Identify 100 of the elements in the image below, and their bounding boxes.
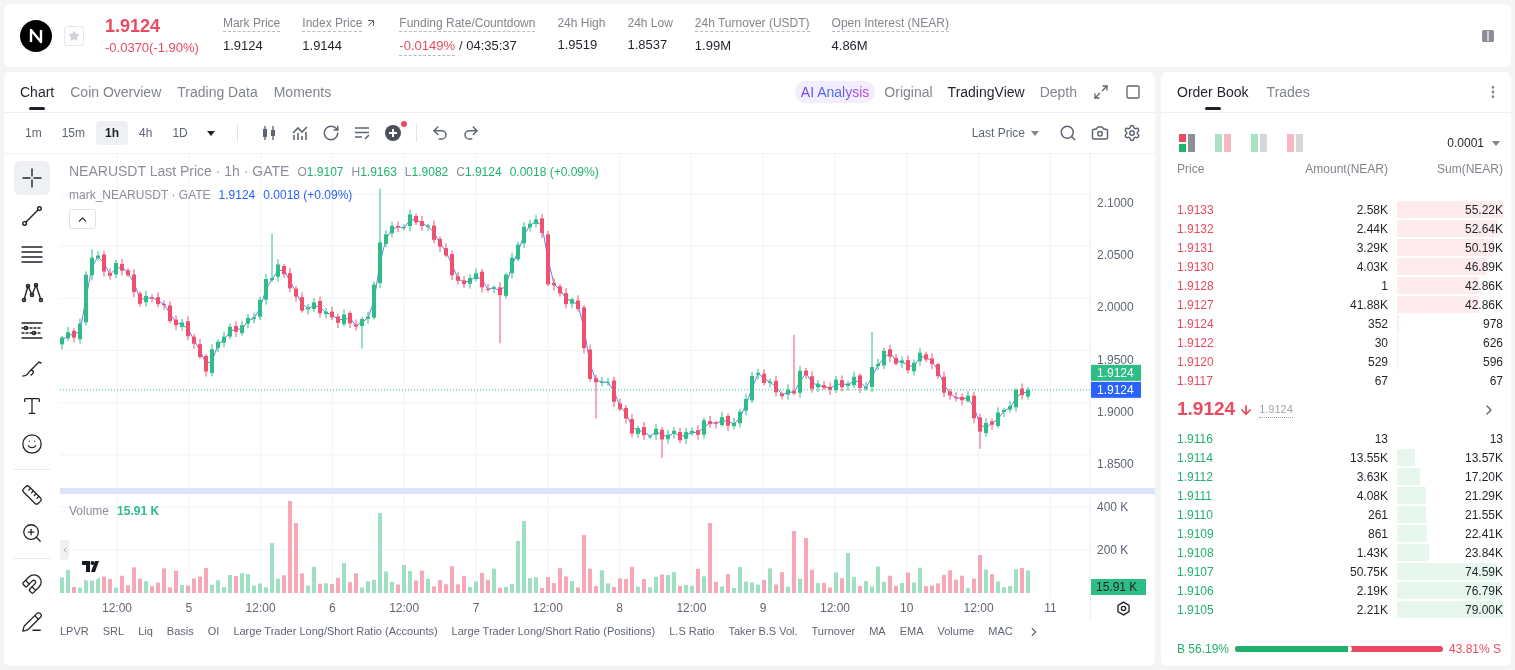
chart-tab[interactable]: Coin Overview [70,72,162,112]
amount-cell-text: 13.55K [1348,449,1388,467]
amount-cell-text: 67 [1373,372,1388,390]
order-book-tab[interactable]: Trades [1266,72,1310,112]
price-cell-text: 1.9128 [1177,277,1215,295]
last-price: 1.9124 [105,14,162,37]
zoom-in-icon [21,522,43,544]
stat-label: 24h Low [627,14,673,31]
sum-cell-text: 22.41K [1464,525,1503,543]
indicator-tab[interactable]: Liq [138,623,153,640]
indicator-tab[interactable]: EMA [899,623,924,640]
sell-ratio-label: 43.81% S [1448,641,1501,658]
indicator-tab[interactable]: MA [869,623,886,640]
chart-view-tab[interactable]: Depth [1039,81,1077,103]
time-axis-label: 12:00 [245,601,276,615]
indicator-tab[interactable]: OI [207,623,220,640]
mark-price: 1.9124 [1259,400,1293,419]
amount-cell-text: 2.21K [1355,601,1388,619]
price-cell-text: 1.9111 [1177,487,1213,505]
chart-legend-title: NEARUSDT Last Price · 1h · GATE [69,162,290,181]
plus-circle-icon[interactable] [383,124,402,142]
volume-legend-value: 15.91 K [117,503,160,520]
amount-cell-text: 261 [1366,506,1388,524]
pane-resize-handle[interactable] [60,488,1155,494]
ai-analysis-button[interactable]: AI Analysis [794,81,876,103]
sum-cell-text: 50.19K [1464,239,1503,257]
stat-label[interactable]: 24h Turnover (USDT) [694,14,810,32]
stat-label[interactable]: Funding Rate/Countdown [399,14,536,32]
interval-button[interactable]: 15m [52,121,94,145]
sum-cell-text: 46.89K [1464,258,1503,276]
indicator-tab[interactable]: SRL [102,623,125,640]
chart-view-tab[interactable]: TradingView [947,81,1025,103]
amount-cell-text: 13 [1373,430,1388,448]
indicator-tab[interactable]: MAC [988,623,1013,640]
both-sides-icon[interactable] [1179,134,1195,152]
last-price-tag: 1.9124 [1091,364,1141,381]
price-cell-text: 1.9124 [1177,315,1215,333]
indicator-tab[interactable]: Basis [166,623,194,640]
pattern-icon [21,281,43,303]
time-axis-label: 12:00 [532,601,563,615]
time-axis-label: 5 [185,601,193,615]
price-cell-text: 1.9108 [1177,544,1215,562]
price-cell-text: 1.9105 [1177,601,1215,619]
interval-button[interactable]: 1D [163,121,197,145]
hexagon-settings-icon[interactable] [1115,601,1131,616]
chart-view-tab[interactable]: Original [884,81,933,103]
mid-price: 1.9124 [1177,397,1236,422]
sum-cell-text: 626 [1482,334,1503,352]
drawing-tool-button[interactable] [14,161,50,195]
volume-tag: 15.91 K [1091,579,1146,595]
indicator-tab[interactable]: L.S Ratio [669,623,715,640]
order-book-tab[interactable]: Order Book [1177,72,1249,112]
indicator-chart-icon[interactable] [290,124,309,142]
indicator-tab[interactable]: Large Trader Long/Short Ratio (Positions) [451,623,656,640]
sum-cell-text: 67 [1489,372,1503,390]
collapse-legend-button[interactable] [69,209,96,229]
indicator-tab[interactable]: Turnover [811,623,856,640]
circular-arrow-icon[interactable] [321,124,340,142]
amount-cell-text: 3.63K [1355,468,1388,486]
precision-dropdown[interactable]: 0.0001 [1447,134,1500,152]
sum-cell-text: 596 [1482,353,1503,371]
price-axis-label: 2.0500 [1097,248,1134,263]
book-icon[interactable] [1481,28,1495,43]
interval-button[interactable]: 4h [130,121,162,145]
redo-icon[interactable] [461,124,480,142]
stat-label[interactable]: Open Interest (NEAR) [831,14,949,32]
chart-tab[interactable]: Chart [20,72,55,112]
interval-button[interactable]: 1m [16,121,51,145]
price-cell-text: 1.9122 [1177,334,1215,352]
price-source-dropdown[interactable]: Last Price [971,124,1039,142]
amount-cell-text: 2.44K [1355,220,1388,238]
ohlc-label: O [297,164,307,181]
list-icon[interactable] [352,124,371,142]
interval-button[interactable]: 1h [96,121,129,145]
time-axis-label: 8 [616,601,623,615]
square-icon[interactable] [1125,84,1141,100]
indicator-tab[interactable]: Taker B.S Vol. [728,623,798,640]
caret-icon[interactable] [206,130,215,136]
text-tool-icon [21,395,43,417]
indicator-tab[interactable]: LPVR [60,623,89,640]
stat-label[interactable]: Mark Price [222,14,281,32]
expand-icon[interactable] [1093,84,1109,100]
indicator-tab[interactable]: Volume [937,623,975,640]
price-cell-text: 1.9117 [1177,372,1214,390]
column-header: Price [1177,161,1206,178]
amount-cell-text: 1.43K [1355,544,1388,562]
camera-icon[interactable] [1091,124,1109,142]
chart-tab[interactable]: Moments [273,72,332,112]
indicator-tab[interactable]: Large Trader Long/Short Ratio (Accounts) [233,623,438,640]
ohlc-value: 1.9163 [360,164,397,181]
ohlc-label: C [456,164,465,181]
line-tool-icon [21,205,43,227]
search-icon[interactable] [1059,124,1077,142]
settings-icon[interactable] [1123,124,1141,142]
undo-icon[interactable] [430,124,449,142]
stat-label[interactable]: Index Price [302,14,363,32]
price-cell-text: 1.9109 [1177,525,1215,543]
price-axis-label: 1.9000 [1097,404,1134,419]
sum-cell-text: 23.84K [1464,544,1503,562]
chart-tab[interactable]: Trading Data [177,72,258,112]
